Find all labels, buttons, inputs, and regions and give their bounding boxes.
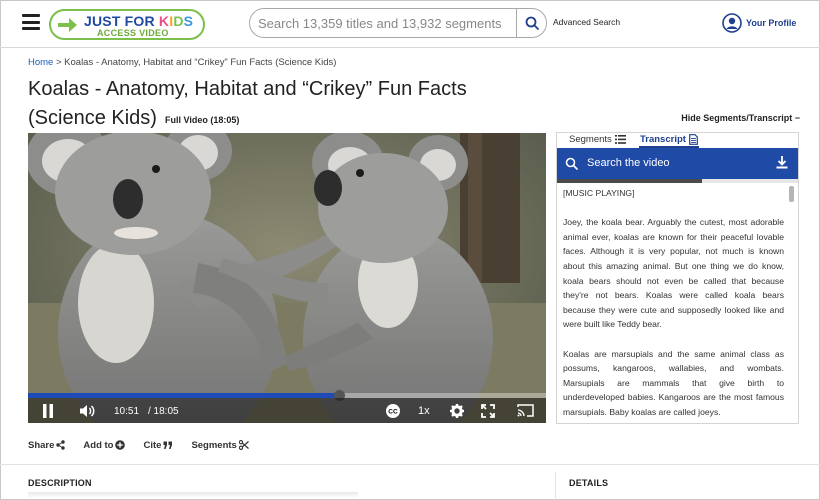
profile-label: Your Profile (746, 18, 797, 28)
share-button[interactable]: Share (28, 438, 66, 452)
profile-link[interactable]: Your Profile (722, 12, 796, 34)
share-icon (56, 440, 66, 450)
pause-icon (43, 403, 53, 418)
description-heading: DESCRIPTION (28, 478, 92, 488)
transcript-text: [MUSIC PLAYING] Joey, the koala bear. Ar… (563, 186, 784, 422)
site-header: JUST FOR KIDS ACCESS VIDEO Advanced Sear… (0, 0, 820, 48)
total-time: / 18:05 (148, 406, 179, 417)
search-icon (565, 157, 578, 170)
transcript-search-placeholder: Search the video (587, 157, 670, 169)
details-heading: DETAILS (569, 478, 609, 488)
breadcrumb-current: Koalas - Anatomy, Habitat and “Crikey” F… (64, 57, 337, 68)
logo-subtitle: ACCESS VIDEO (97, 28, 169, 38)
breadcrumb-home[interactable]: Home (28, 57, 53, 68)
page-title: Koalas - Anatomy, Habitat and “Crikey” F… (28, 78, 467, 129)
user-icon (722, 13, 742, 33)
column-divider (555, 472, 556, 500)
quote-icon (163, 441, 173, 449)
panel-tabs: Segments Transcript (557, 133, 798, 148)
transcript-paragraph: Joey, the koala bear. Arguably the cutes… (563, 217, 784, 330)
cite-button[interactable]: Cite (143, 438, 173, 452)
svg-text:CC: CC (388, 408, 398, 415)
advanced-search-link[interactable]: Advanced Search (553, 17, 620, 27)
volume-button[interactable] (78, 402, 96, 419)
tab-transcript[interactable]: Transcript (640, 134, 698, 145)
add-to-button[interactable]: Add to (83, 438, 126, 452)
logo-title: JUST FOR KIDS (84, 13, 194, 29)
current-time: 10:51 (114, 406, 140, 417)
video-player[interactable]: 10:51 / 18:05 CC 1x (28, 133, 546, 423)
full-video-label: Full Video (18:05) (165, 115, 240, 125)
menu-icon[interactable] (22, 14, 40, 30)
captions-button[interactable]: CC (384, 402, 402, 419)
gear-icon (450, 403, 464, 418)
transcript-paragraph: Koalas are marsupials and the same anima… (563, 348, 784, 417)
site-logo[interactable]: JUST FOR KIDS ACCESS VIDEO (49, 9, 205, 40)
breadcrumb: Home > Koalas - Anatomy, Habitat and “Cr… (28, 57, 337, 68)
list-icon (614, 135, 626, 144)
segments-button[interactable]: Segments (191, 438, 249, 452)
settings-button[interactable] (449, 402, 465, 419)
section-divider (0, 464, 820, 465)
scissors-icon (238, 440, 249, 450)
search-input[interactable] (250, 9, 518, 37)
closed-captions-icon: CC (386, 403, 400, 418)
pause-button[interactable] (40, 402, 56, 419)
video-actions: Share Add to Cite Segments (28, 438, 267, 452)
document-icon (689, 134, 698, 145)
transcript-search-bar[interactable]: Search the video (557, 148, 798, 179)
fullscreen-button[interactable] (480, 402, 496, 419)
transcript-progress-fill (557, 179, 702, 183)
segments-transcript-panel: Segments Transcript Search the video [MU… (556, 132, 799, 424)
video-frame (28, 133, 546, 423)
volume-icon (80, 404, 95, 417)
cast-icon (516, 404, 534, 417)
site-search (249, 8, 547, 38)
fullscreen-icon (481, 403, 495, 418)
download-icon[interactable] (776, 156, 788, 169)
transcript-paragraph: [MUSIC PLAYING] (563, 188, 635, 198)
logo-arrow-icon (58, 18, 77, 32)
cast-button[interactable] (516, 402, 534, 419)
tab-segments[interactable]: Segments (569, 134, 626, 145)
transcript-scrollbar[interactable] (788, 186, 795, 422)
description-text-preview (28, 492, 358, 498)
player-controls: 10:51 / 18:05 CC 1x (28, 398, 546, 423)
scrollbar-thumb[interactable] (789, 186, 794, 202)
plus-circle-icon (115, 440, 126, 450)
playback-speed[interactable]: 1x (418, 405, 430, 417)
search-icon (525, 16, 539, 30)
hide-segments-toggle[interactable]: Hide Segments/Transcript − (681, 113, 800, 123)
transcript-progress (557, 179, 798, 183)
search-button[interactable] (516, 9, 546, 37)
